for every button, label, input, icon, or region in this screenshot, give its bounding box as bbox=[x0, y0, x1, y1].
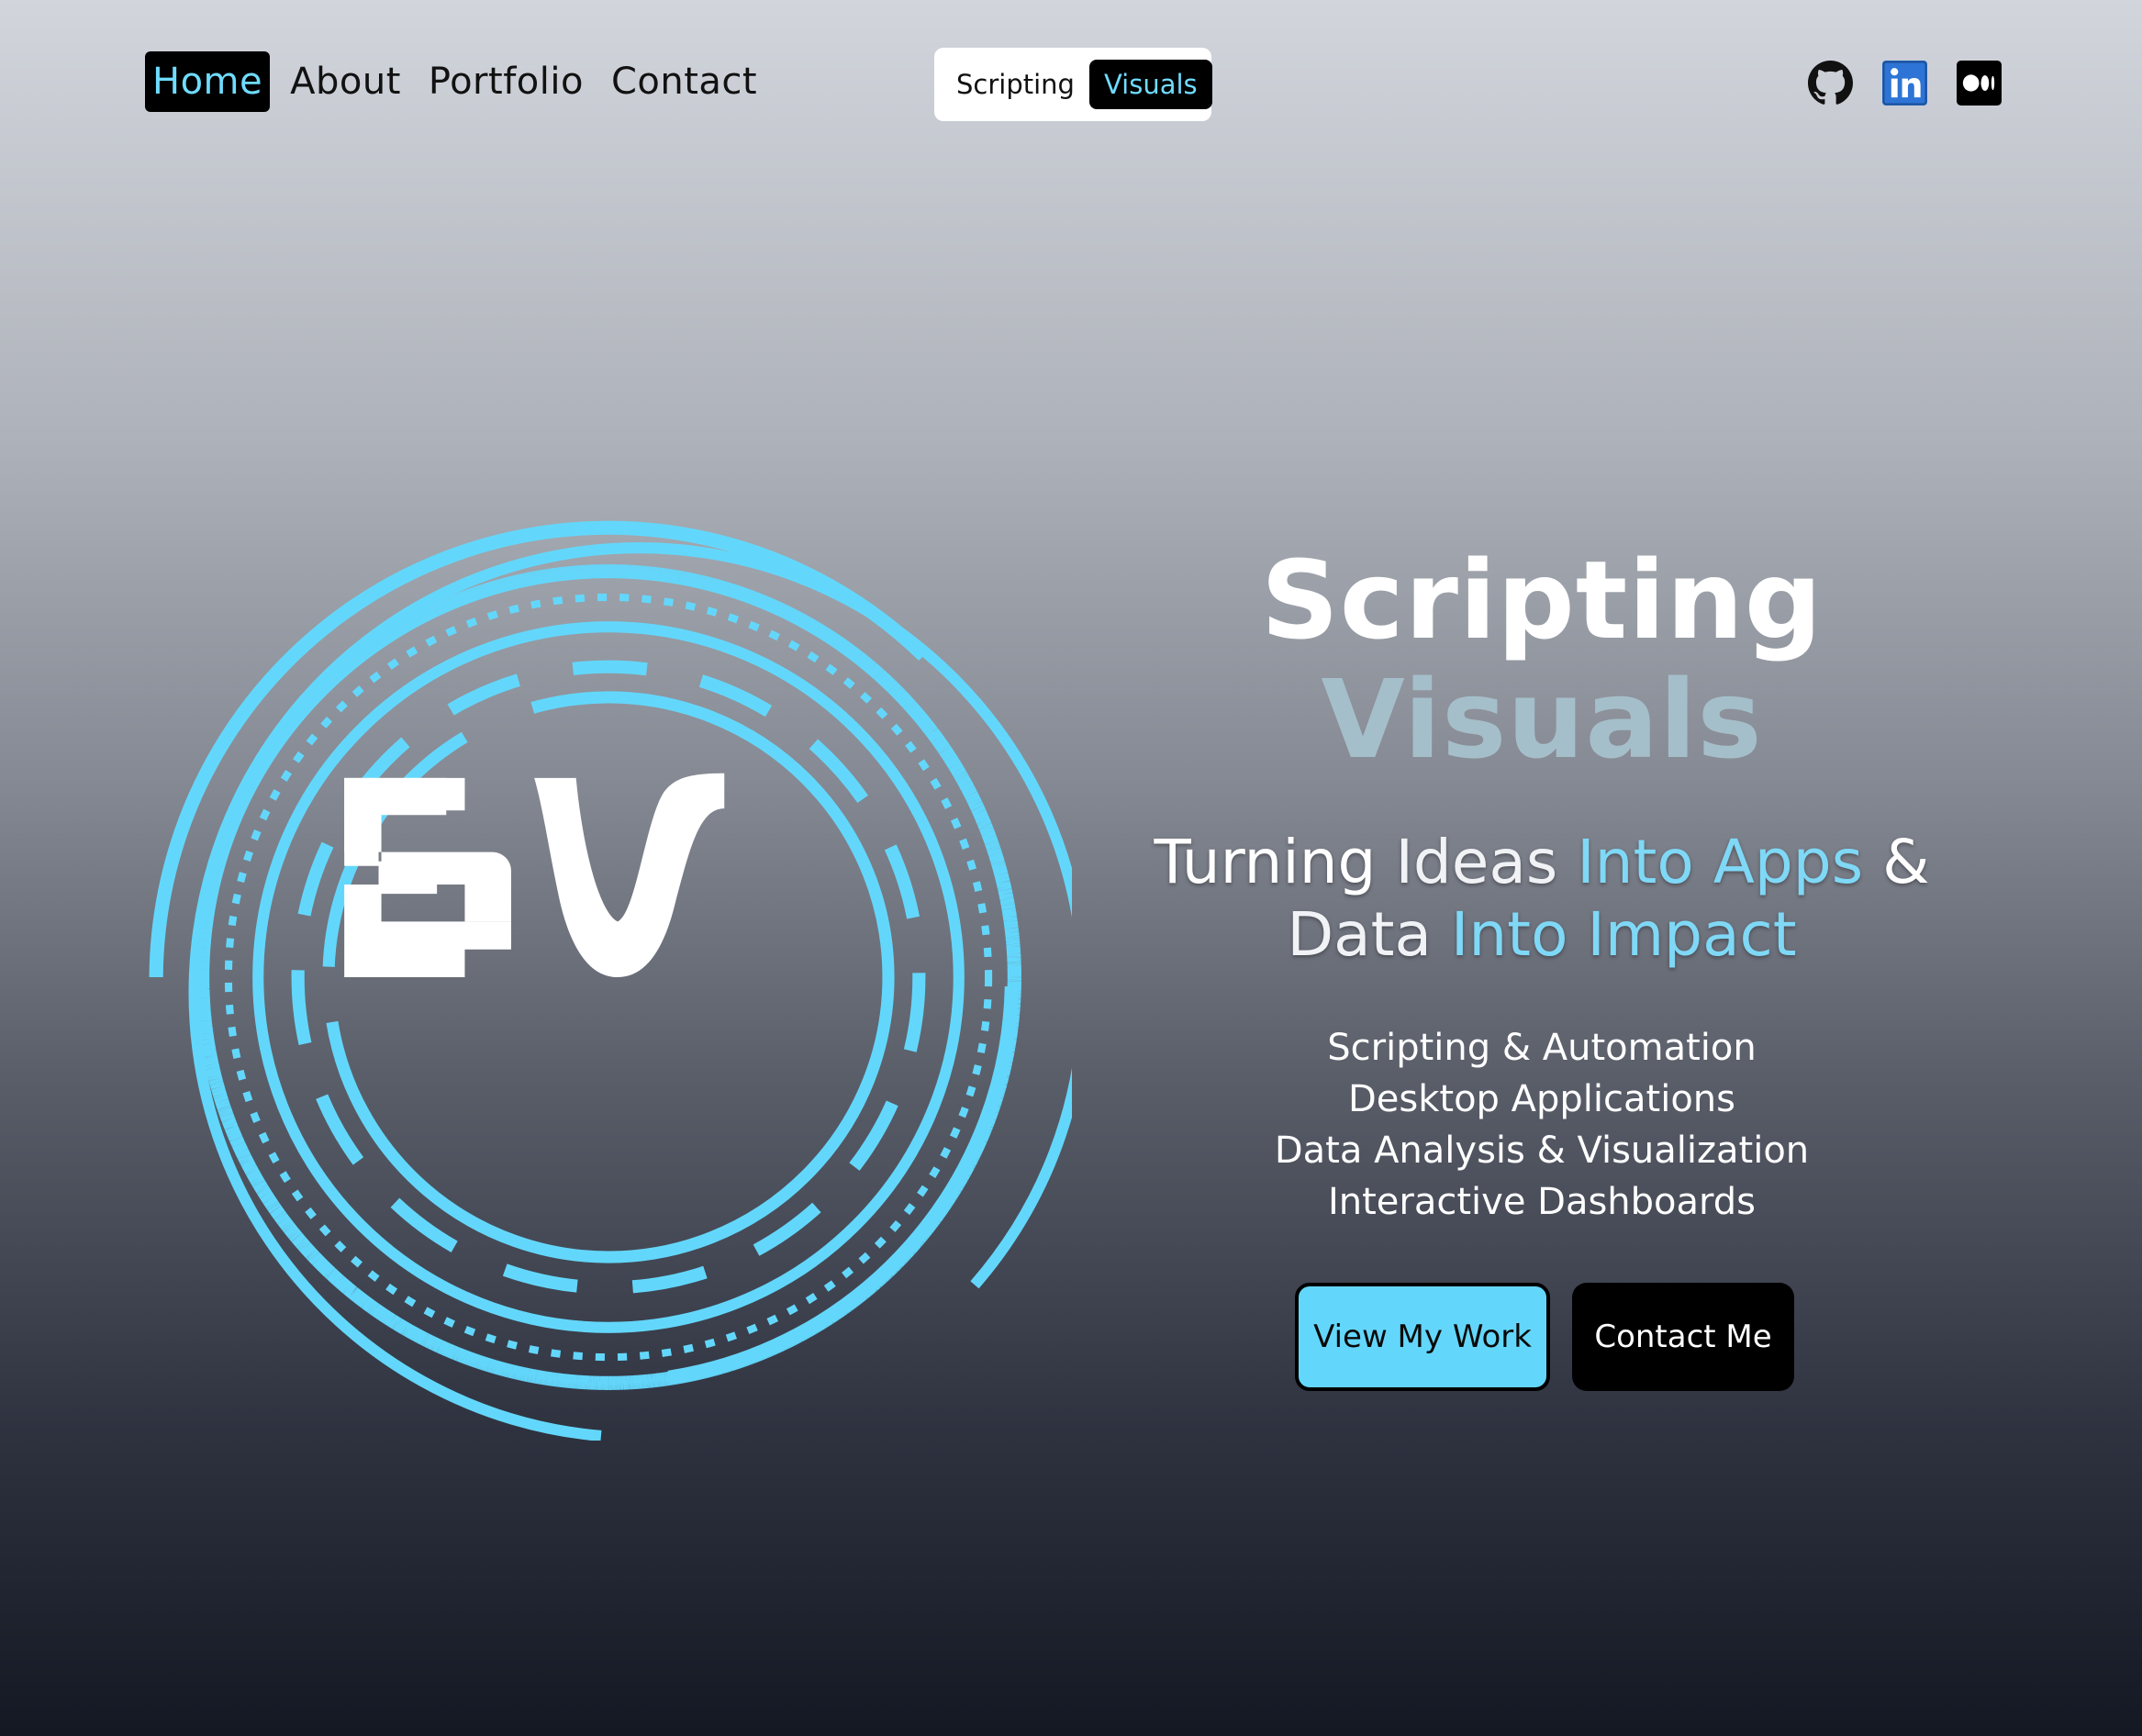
contact-me-button[interactable]: Contact Me bbox=[1572, 1282, 1794, 1391]
brand-title: Scripting Visuals bbox=[1083, 540, 2001, 783]
sv-logo bbox=[149, 520, 1072, 1441]
view-my-work-button[interactable]: View My Work bbox=[1295, 1282, 1550, 1391]
tagline-highlight: Into Apps bbox=[1577, 826, 1864, 897]
brand-word-scripting: Scripting bbox=[1260, 537, 1824, 663]
service-item: Interactive Dashboards bbox=[1327, 1180, 1757, 1223]
linkedin-icon[interactable] bbox=[1882, 61, 1927, 106]
nav-home-link[interactable]: Home bbox=[145, 51, 271, 112]
social-links bbox=[1808, 61, 2002, 106]
hero-buttons: View My Work Contact Me bbox=[1083, 1282, 2001, 1391]
main-nav: Home About Portfolio Contact bbox=[145, 51, 764, 112]
theme-toggle[interactable]: Scripting Visuals bbox=[934, 48, 1212, 121]
tagline-part: Turning bbox=[1154, 826, 1377, 897]
tagline-part: Data bbox=[1287, 898, 1432, 970]
tagline-part: Ideas bbox=[1395, 826, 1558, 897]
tagline: Turning Ideas Into Apps & Data Into Impa… bbox=[1083, 826, 2001, 971]
hero-section: Scripting Visuals Turning Ideas Into App… bbox=[1083, 540, 2001, 1391]
nav-portfolio-link[interactable]: Portfolio bbox=[421, 51, 591, 112]
service-item: Data Analysis & Visualization bbox=[1274, 1129, 1810, 1172]
services-list: Scripting & Automation Desktop Applicati… bbox=[1083, 1022, 2001, 1228]
nav-about-link[interactable]: About bbox=[283, 51, 408, 112]
nav-contact-link[interactable]: Contact bbox=[604, 51, 764, 112]
tagline-highlight: Into Impact bbox=[1450, 898, 1797, 970]
tagline-part: & bbox=[1882, 826, 1930, 897]
toggle-option-scripting[interactable]: Scripting bbox=[942, 60, 1089, 109]
medium-icon[interactable] bbox=[1957, 61, 2002, 106]
brand-word-visuals: Visuals bbox=[1321, 655, 1763, 783]
github-icon[interactable] bbox=[1808, 61, 1853, 106]
service-item: Scripting & Automation bbox=[1327, 1026, 1757, 1069]
service-item: Desktop Applications bbox=[1347, 1077, 1735, 1120]
toggle-option-visuals[interactable]: Visuals bbox=[1088, 60, 1212, 109]
